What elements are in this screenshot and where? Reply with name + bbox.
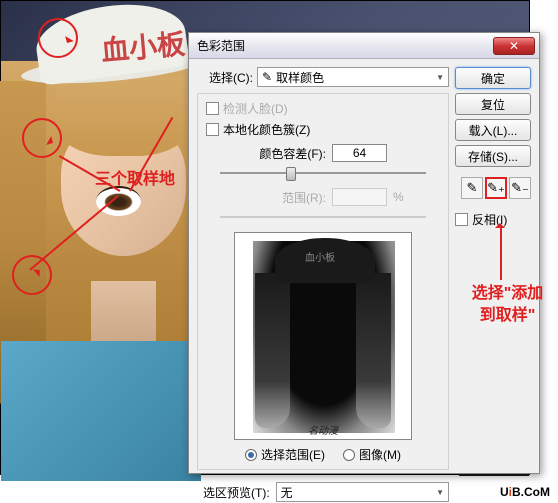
close-icon: ✕ <box>509 39 519 53</box>
select-value: 取样颜色 <box>276 69 324 86</box>
color-range-dialog: 色彩范围 ✕ 选择(C): ✎ 取样颜色 ▼ 检测人脸(D) <box>188 32 540 474</box>
cancel-button[interactable]: 复位 <box>455 93 531 115</box>
slider-track-disabled <box>220 216 426 218</box>
sample-circle-1 <box>38 18 78 58</box>
range-label: 范围(R): <box>236 189 326 206</box>
invert-checkbox[interactable] <box>455 213 468 226</box>
callout-arrow-line <box>500 225 502 280</box>
radio-image[interactable] <box>343 449 355 461</box>
slider-track <box>220 172 426 174</box>
watermark: UiB.CoM <box>500 480 550 501</box>
localized-row: 本地化颜色簇(Z) <box>206 121 440 138</box>
chevron-down-icon: ▼ <box>436 488 444 497</box>
save-label: 存储(S)... <box>468 148 518 165</box>
ok-button[interactable]: 确定 <box>455 67 531 89</box>
preview-hair-left <box>255 273 290 428</box>
fuzziness-input[interactable] <box>332 144 387 162</box>
selection-preview: 血小板 名动漫 <box>234 232 412 440</box>
watermark-u: U <box>500 485 509 499</box>
range-unit: % <box>393 190 404 204</box>
eyedropper-group: ✎ ✎₊ ✎₋ <box>455 177 531 199</box>
range-input <box>332 188 387 206</box>
detect-faces-label: 检测人脸(D) <box>223 100 288 117</box>
fuzziness-row: 颜色容差(F): <box>206 144 440 162</box>
preview-signature: 名动漫 <box>308 422 338 437</box>
callout-arrow-head <box>495 218 505 228</box>
annotation-add-to-sample: 选择"添加到取样" <box>465 283 550 328</box>
preview-dropdown[interactable]: 无 ▼ <box>276 482 449 502</box>
fuzziness-label: 颜色容差(F): <box>236 145 326 162</box>
dialog-titlebar[interactable]: 色彩范围 ✕ <box>189 33 539 59</box>
save-button[interactable]: 存储(S)... <box>455 145 531 167</box>
radio-selection-label[interactable]: 选择范围(E) <box>245 446 325 463</box>
left-panel: 选择(C): ✎ 取样颜色 ▼ 检测人脸(D) 本地化颜色簇(Z) <box>197 67 449 465</box>
slider-thumb[interactable] <box>286 167 296 181</box>
preview-hat-text: 血小板 <box>305 249 335 264</box>
select-row: 选择(C): ✎ 取样颜色 ▼ <box>197 67 449 87</box>
hat-text: 血小板 <box>99 22 186 69</box>
character-illustration: 血小板 <box>1 1 201 476</box>
preview-select-label: 选区预览(T): <box>203 484 270 501</box>
chevron-down-icon: ▼ <box>436 73 444 82</box>
detect-faces-row: 检测人脸(D) <box>206 100 440 117</box>
ok-label: 确定 <box>481 70 505 87</box>
range-slider <box>220 208 426 226</box>
options-block: 检测人脸(D) 本地化颜色簇(Z) 颜色容差(F): 范围(R): <box>197 93 449 470</box>
load-button[interactable]: 载入(L)... <box>455 119 531 141</box>
eyedropper-subtract-tool[interactable]: ✎₋ <box>509 177 531 199</box>
eyedropper-add-tool[interactable]: ✎₊ <box>485 177 507 199</box>
dialog-title: 色彩范围 <box>197 37 245 54</box>
cancel-label: 复位 <box>481 96 505 113</box>
localized-label: 本地化颜色簇(Z) <box>223 121 310 138</box>
detect-faces-checkbox[interactable] <box>206 102 219 115</box>
radio-selection[interactable] <box>245 449 257 461</box>
radio-image-label[interactable]: 图像(M) <box>343 446 401 463</box>
shirt <box>1 341 201 481</box>
radio-selection-text: 选择范围(E) <box>261 446 325 463</box>
select-label: 选择(C): <box>209 69 253 86</box>
eyedropper-icon: ✎ <box>262 70 272 84</box>
annotation-sample-points: 三个取样地 <box>95 165 175 189</box>
radio-image-text: 图像(M) <box>359 446 401 463</box>
preview-hair-right <box>356 273 391 428</box>
fuzziness-slider[interactable] <box>220 164 426 182</box>
load-label: 载入(L)... <box>469 122 518 139</box>
sample-circle-3 <box>12 255 52 295</box>
select-dropdown[interactable]: ✎ 取样颜色 ▼ <box>257 67 449 87</box>
watermark-rest: B.CoM <box>512 485 550 499</box>
preview-value: 无 <box>281 484 293 501</box>
dialog-body: 选择(C): ✎ 取样颜色 ▼ 检测人脸(D) 本地化颜色簇(Z) <box>189 59 539 473</box>
range-row: 范围(R): % <box>206 188 440 206</box>
preview-select-row: 选区预览(T): 无 ▼ <box>197 482 449 502</box>
invert-row: 反相(I) <box>455 211 531 228</box>
eyedropper-tool[interactable]: ✎ <box>461 177 483 199</box>
close-button[interactable]: ✕ <box>493 37 535 55</box>
right-panel: 确定 复位 载入(L)... 存储(S)... ✎ ✎₊ ✎₋ 反相(I) <box>455 67 531 465</box>
radio-row: 选择范围(E) 图像(M) <box>206 446 440 463</box>
localized-checkbox[interactable] <box>206 123 219 136</box>
